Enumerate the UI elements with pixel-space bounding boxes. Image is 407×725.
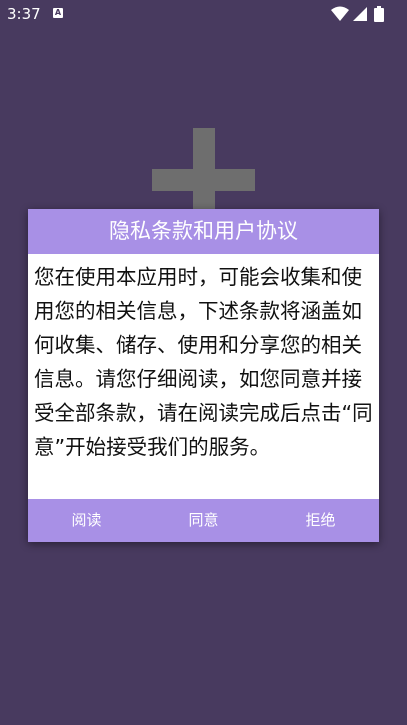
plus-icon-horizontal-bar bbox=[152, 169, 255, 191]
reject-button[interactable]: 拒绝 bbox=[262, 499, 379, 542]
status-bar: 3:37 A bbox=[0, 0, 407, 28]
status-icons bbox=[331, 6, 391, 22]
privacy-dialog: 隐私条款和用户协议 您在使用本应用时，可能会收集和使用您的相关信息，下述条款将涵… bbox=[28, 209, 379, 542]
dialog-title: 隐私条款和用户协议 bbox=[28, 209, 379, 254]
read-button[interactable]: 阅读 bbox=[28, 499, 145, 542]
notification-a-letter: A bbox=[54, 8, 62, 17]
battery-icon bbox=[374, 6, 384, 22]
agree-button[interactable]: 同意 bbox=[145, 499, 262, 542]
wifi-icon bbox=[331, 6, 349, 21]
dialog-button-bar: 阅读 同意 拒绝 bbox=[28, 499, 379, 542]
signal-icon bbox=[353, 7, 367, 21]
dialog-body-text: 您在使用本应用时，可能会收集和使用您的相关信息，下述条款将涵盖如何收集、储存、使… bbox=[34, 265, 373, 459]
status-time: 3:37 bbox=[7, 5, 41, 23]
notification-a-icon: A bbox=[53, 8, 63, 18]
